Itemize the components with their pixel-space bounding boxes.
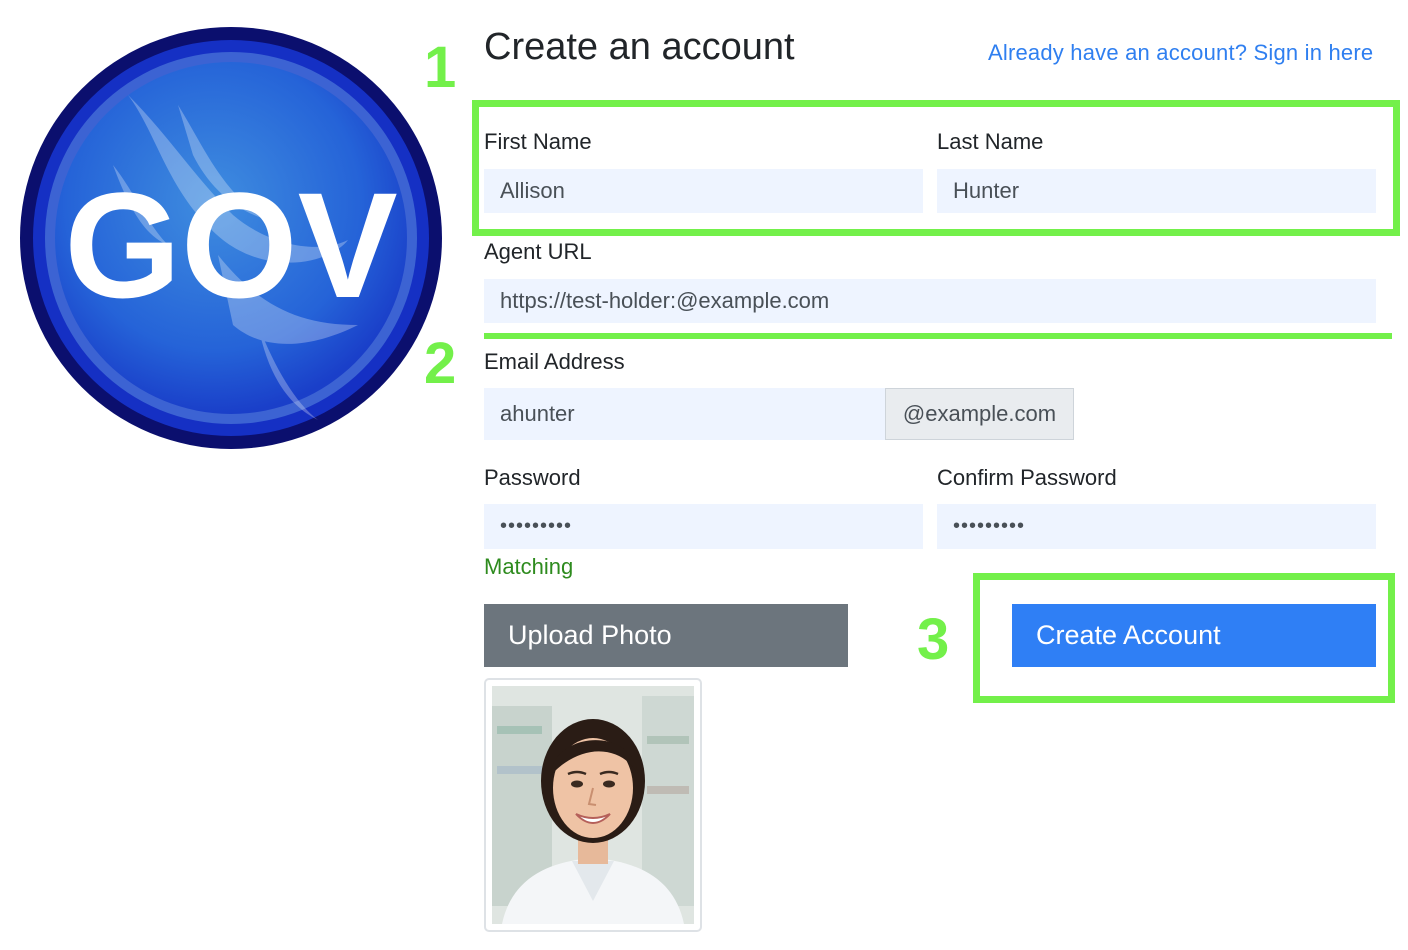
email-domain-addon: @example.com bbox=[885, 388, 1074, 440]
annotation-number-2: 2 bbox=[424, 331, 457, 396]
email-input[interactable]: ahunter bbox=[484, 388, 885, 440]
logo-text: GOV bbox=[64, 161, 397, 329]
agent-url-label: Agent URL bbox=[484, 239, 592, 264]
password-label: Password bbox=[484, 465, 581, 490]
confirm-password-input[interactable]: ••••••••• bbox=[937, 504, 1376, 549]
gov-logo: GOV bbox=[20, 27, 442, 449]
agent-url-input[interactable]: https://test-holder:@example.com bbox=[484, 279, 1376, 323]
confirm-password-label: Confirm Password bbox=[937, 465, 1117, 490]
email-label: Email Address bbox=[484, 349, 625, 374]
annotation-underline-2 bbox=[484, 333, 1392, 339]
annotation-box-3 bbox=[973, 573, 1395, 703]
upload-photo-button[interactable]: Upload Photo bbox=[484, 604, 848, 667]
annotation-box-1 bbox=[472, 100, 1400, 236]
sign-in-link[interactable]: Already have an account? Sign in here bbox=[988, 38, 1373, 68]
photo-preview bbox=[484, 678, 702, 932]
annotation-number-1: 1 bbox=[424, 35, 457, 100]
annotation-number-3: 3 bbox=[917, 607, 950, 672]
password-match-status: Matching bbox=[484, 554, 574, 579]
profile-photo bbox=[492, 686, 694, 924]
password-input[interactable]: ••••••••• bbox=[484, 504, 923, 549]
page-title: Create an account bbox=[484, 26, 795, 68]
